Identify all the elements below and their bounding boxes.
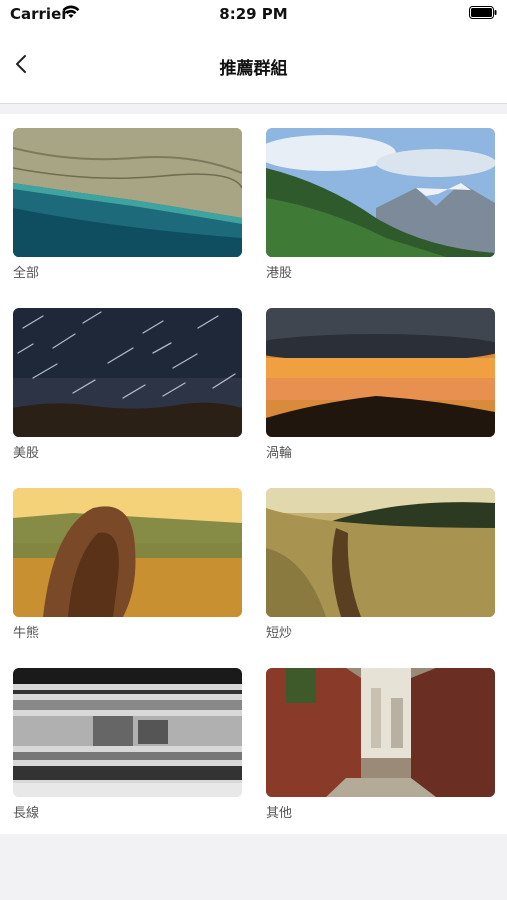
motion-blur-train-photo [13,668,242,797]
group-card-us-stocks[interactable]: 美股 [13,308,242,461]
meadow-path-photo [266,488,495,617]
group-label: 長線 [13,806,40,821]
group-card-cbbc[interactable]: 牛熊 [13,488,242,641]
group-label: 短炒 [266,626,293,641]
aerial-coast-photo [13,128,242,257]
group-card-all[interactable]: 全部 [13,128,242,281]
clock: 8:29 PM [219,5,288,23]
status-bar: Carrier 8:29 PM [0,0,507,30]
group-label: 牛熊 [13,626,40,641]
group-card-long-term[interactable]: 長線 [13,668,242,821]
group-card-warrants[interactable]: 渦輪 [266,308,495,461]
navigation-bar: 推薦群組 [0,30,507,104]
sunset-hills-photo [266,308,495,437]
group-label: 全部 [13,266,40,281]
group-label: 港股 [266,266,293,281]
group-card-short-term[interactable]: 短炒 [266,488,495,641]
group-card-hk-stocks[interactable]: 港股 [266,128,495,281]
group-label: 其他 [266,806,293,821]
group-label: 渦輪 [266,446,293,461]
mountain-forest-photo [266,128,495,257]
page-title: 推薦群組 [219,59,288,79]
star-trails-photo [13,308,242,437]
battery-icon [469,6,497,19]
group-card-other[interactable]: 其他 [266,668,495,821]
brick-alley-photo [266,668,495,797]
group-grid: 全部 港股 美股 渦輪 牛熊 短炒 長線 其他 [0,114,507,834]
group-label: 美股 [13,446,40,461]
girl-wheat-field-photo [13,488,242,617]
